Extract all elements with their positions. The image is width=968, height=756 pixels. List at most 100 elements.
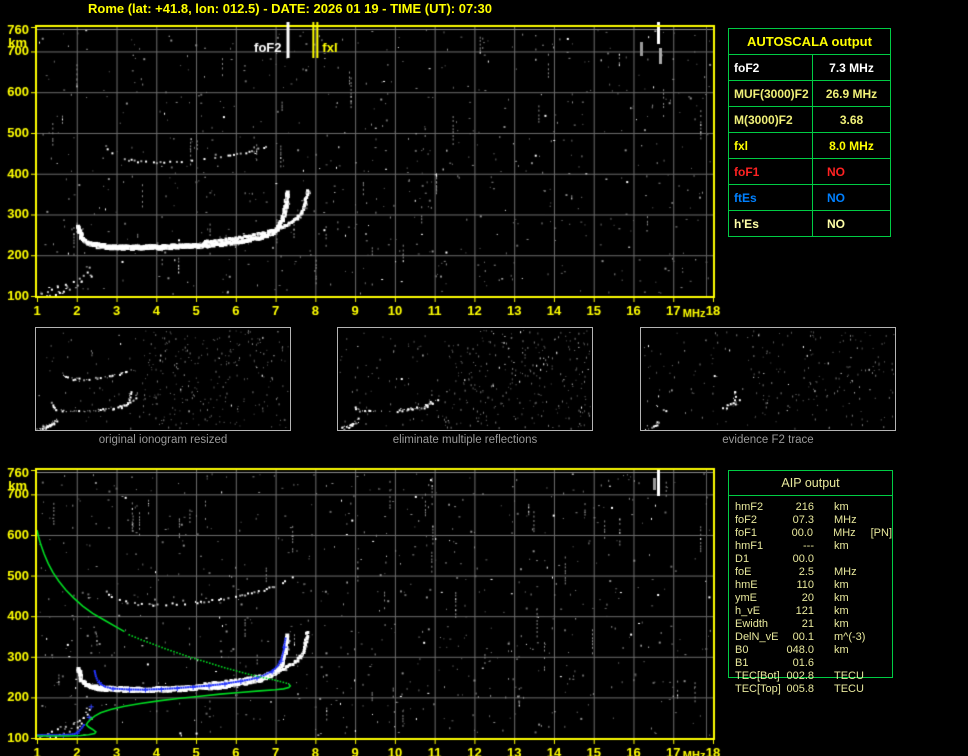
thumbnail-evidence-canvas bbox=[641, 328, 895, 430]
thumbnail-original-canvas bbox=[36, 328, 290, 430]
autoscala-row-muf-3000-f2: MUF(3000)F2 26.9 MHz bbox=[729, 80, 890, 106]
aip-label: hmF1 bbox=[735, 540, 764, 552]
aip-row-ewidth: Ewidth 21 km bbox=[735, 618, 892, 631]
parameter-label: foF2 bbox=[729, 55, 813, 80]
aip-value: 048.0 bbox=[786, 644, 814, 656]
aip-value: 002.8 bbox=[786, 670, 814, 682]
aip-unit: MHz bbox=[834, 514, 857, 526]
aip-unit: MHz bbox=[834, 566, 857, 578]
aip-row-tec-top-: TEC[Top] 005.8 TECU bbox=[735, 683, 892, 696]
top-ionogram-chart bbox=[0, 18, 725, 318]
aip-label: B1 bbox=[735, 657, 749, 669]
aip-label: hmE bbox=[735, 579, 758, 591]
aip-label: foF1 bbox=[735, 527, 758, 539]
aip-extra: [PN] bbox=[870, 527, 893, 539]
autoscala-row-ftes: ftEs NO bbox=[729, 184, 890, 210]
autoscala-row-fxl: fxl 8.0 MHz bbox=[729, 132, 890, 158]
aip-unit: km bbox=[834, 644, 849, 656]
aip-table-header: AIP output bbox=[729, 471, 892, 496]
aip-label: B0 bbox=[735, 644, 749, 656]
aip-value: 01.6 bbox=[792, 657, 814, 669]
thumbnail-evidence-f2 bbox=[640, 327, 896, 431]
parameter-label: fxl bbox=[729, 133, 813, 158]
autoscala-output-table: AUTOSCALA output foF2 7.3 MHz MUF(3000)F2 2… bbox=[728, 28, 891, 237]
autoscala-row-m-3000-f2: M(3000)F2 3.68 bbox=[729, 106, 890, 132]
aip-label: foF2 bbox=[735, 514, 758, 526]
aip-label: DelN_vE bbox=[735, 631, 779, 643]
page-title: Rome (lat: +41.8, lon: 012.5) - DATE: 20… bbox=[88, 1, 492, 16]
aip-value: 216 bbox=[795, 501, 814, 513]
aip-value: 07.3 bbox=[792, 514, 814, 526]
aip-unit: km bbox=[834, 592, 849, 604]
aip-label: D1 bbox=[735, 553, 750, 565]
aip-row-b1: B1 01.6 bbox=[735, 657, 892, 670]
aip-value: --- bbox=[803, 540, 814, 552]
autoscala-table-header: AUTOSCALA output bbox=[747, 34, 872, 49]
aip-unit: km bbox=[834, 540, 849, 552]
parameter-value: NO bbox=[827, 164, 845, 179]
aip-label: ymE bbox=[735, 592, 757, 604]
aip-unit: TECU bbox=[834, 683, 864, 695]
aip-value: 00.1 bbox=[792, 631, 814, 643]
aip-unit bbox=[834, 553, 872, 566]
parameter-value: 7.3 MHz bbox=[829, 60, 874, 75]
aip-unit: km bbox=[834, 579, 849, 591]
thumbnail-original-ionogram bbox=[35, 327, 291, 431]
aip-value: 110 bbox=[796, 579, 814, 591]
aip-row-hmf1: hmF1 --- km bbox=[735, 540, 892, 553]
aip-value: 005.8 bbox=[786, 683, 814, 695]
autoscala-row-fof2: foF2 7.3 MHz bbox=[729, 54, 890, 80]
parameter-value: NO bbox=[827, 190, 845, 205]
parameter-value: 26.9 MHz bbox=[825, 86, 878, 101]
aip-value: 20 bbox=[801, 592, 814, 604]
aip-label: TEC[Top] bbox=[735, 683, 781, 695]
bottom-ionogram-chart bbox=[0, 460, 725, 756]
aip-row-h-ve: h_vE 121 km bbox=[735, 605, 892, 618]
parameter-label: ftEs bbox=[729, 185, 813, 210]
aip-label: Ewidth bbox=[735, 618, 769, 630]
aip-row-b0: B0 048.0 km bbox=[735, 644, 892, 657]
aip-value: 2.5 bbox=[798, 566, 814, 578]
aip-row-yme: ymE 20 km bbox=[735, 592, 892, 605]
parameter-value: NO bbox=[827, 216, 845, 231]
thumbnail-caption-evidence: evidence F2 trace bbox=[722, 434, 814, 446]
aip-unit: km bbox=[834, 618, 849, 630]
aip-unit: km bbox=[834, 605, 849, 617]
autoscala-row-fof1: foF1 NO bbox=[729, 158, 890, 184]
aip-label: TEC[Bot] bbox=[735, 670, 780, 682]
aip-table-rows: hmF2 216 km foF2 07.3 MHz foF1 00.0 MHz [PN] hmF1 -… bbox=[729, 496, 892, 696]
parameter-label: h'Es bbox=[729, 211, 813, 236]
thumbnail-eliminate-reflections bbox=[337, 327, 593, 431]
aip-row-deln-ve: DelN_vE 00.1 m^(-3) bbox=[735, 631, 892, 644]
aip-output-table: AIP output hmF2 216 km foF2 07.3 MHz foF1 00.0 M… bbox=[728, 470, 893, 695]
aip-unit: km bbox=[834, 501, 849, 513]
parameter-label: foF1 bbox=[729, 159, 813, 184]
thumbnail-caption-original: original ionogram resized bbox=[98, 434, 228, 446]
aip-label: hmF2 bbox=[735, 501, 764, 513]
aip-label: h_vE bbox=[735, 605, 761, 617]
aip-unit: MHz bbox=[833, 527, 856, 539]
aip-row-tec-bot-: TEC[Bot] 002.8 TECU bbox=[735, 670, 892, 683]
parameter-label: MUF(3000)F2 bbox=[729, 81, 813, 106]
aip-unit bbox=[834, 657, 872, 670]
thumbnail-caption-eliminate: eliminate multiple reflections bbox=[392, 434, 538, 446]
aip-value: 121 bbox=[795, 605, 814, 617]
autoscala-row-h-es: h'Es NO bbox=[729, 210, 890, 236]
aip-row-hmf2: hmF2 216 km bbox=[735, 501, 892, 514]
aip-unit: m^(-3) bbox=[834, 631, 866, 643]
autoscala-screen: { "title": "Rome (lat: +41.8, lon: 012.5… bbox=[0, 0, 968, 756]
aip-row-d1: D1 00.0 bbox=[735, 553, 892, 566]
aip-value: 21 bbox=[801, 618, 814, 630]
aip-value: 00.0 bbox=[791, 527, 814, 539]
aip-row-fof1: foF1 00.0 MHz [PN] bbox=[735, 527, 892, 540]
aip-unit: TECU bbox=[834, 670, 864, 682]
parameter-value: 3.68 bbox=[839, 112, 864, 127]
aip-label: foE bbox=[735, 566, 752, 578]
aip-value: 00.0 bbox=[792, 553, 814, 565]
parameter-value: 8.0 MHz bbox=[829, 138, 874, 153]
parameter-label: M(3000)F2 bbox=[729, 107, 813, 132]
thumbnail-eliminate-canvas bbox=[338, 328, 592, 430]
aip-row-fof2: foF2 07.3 MHz bbox=[735, 514, 892, 527]
aip-row-hme: hmE 110 km bbox=[735, 579, 892, 592]
aip-row-foe: foE 2.5 MHz bbox=[735, 566, 892, 579]
